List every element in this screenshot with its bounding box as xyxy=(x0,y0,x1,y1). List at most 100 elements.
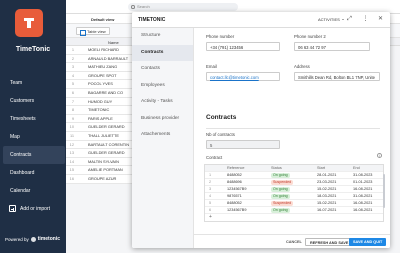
sidebar-nav: Team Customers Timesheets Map Contracts … xyxy=(3,74,65,200)
contract-reference: 1234567B9 xyxy=(227,187,247,191)
powered-by: Powered by timetonic xyxy=(5,236,60,242)
status-badge: On going xyxy=(271,194,290,199)
row-number: 8 xyxy=(71,107,74,113)
status-badge: On going xyxy=(271,208,290,213)
plus-icon xyxy=(9,205,16,212)
timetonic-logo[interactable] xyxy=(15,9,43,37)
add-or-import-button[interactable]: Add or import xyxy=(9,205,50,212)
contract-row[interactable]: 1 8488052 On going 28-01-2021 31-08-2023 xyxy=(205,172,383,179)
add-or-import-label: Add or import xyxy=(20,205,51,212)
sidebar-item-customers[interactable]: Customers xyxy=(3,92,65,110)
add-contract-row-button[interactable]: + xyxy=(205,214,383,221)
activities-dropdown[interactable]: ACTIVITIES xyxy=(316,16,346,23)
cancel-button[interactable]: CANCEL xyxy=(282,238,306,246)
save-and-quit-button[interactable]: SAVE AND QUIT xyxy=(349,238,387,246)
sidebar-item-map[interactable]: Map xyxy=(3,128,65,146)
row-number: 5 xyxy=(71,81,74,87)
modal-nav-contracts[interactable]: Contracts xyxy=(132,44,193,61)
app-brand-name: TimeTonic xyxy=(15,46,51,53)
address-label: Address xyxy=(294,64,310,69)
expand-icon[interactable]: ⤢ xyxy=(346,16,353,23)
contract-start-date: 16-07-2021 xyxy=(317,208,337,212)
name-column-header[interactable]: Name xyxy=(108,40,119,45)
contract-reference: 1234567B9 xyxy=(227,208,247,212)
row-name: POCOL YVES xyxy=(88,81,113,87)
search-placeholder: Search xyxy=(137,4,150,9)
row-number: 15 xyxy=(69,167,74,173)
row-name: TIMETONIC xyxy=(88,107,110,113)
row-number: 6 xyxy=(71,89,74,95)
sidebar-item-calendar[interactable]: Calendar xyxy=(3,182,65,200)
modal-footer: CANCEL REFRESH AND SAVE SAVE AND QUIT xyxy=(194,234,390,248)
row-name: HUMOD GUY xyxy=(88,98,113,104)
row-name: ARNAULD BARRAULT xyxy=(88,55,129,61)
contract-end-date: 31-08-2021 xyxy=(353,194,373,198)
row-name: THALL JULIETTE xyxy=(88,132,119,138)
email-field[interactable]: contact.llc@timetonic.com xyxy=(206,72,280,81)
status-badge: On going xyxy=(271,173,290,178)
contracts-table-header: Reference Status Start End xyxy=(205,165,383,172)
row-number: 3 xyxy=(71,64,74,70)
row-number: 11 xyxy=(69,132,74,138)
modal-scrollbar[interactable] xyxy=(383,174,385,208)
status-header[interactable]: Status xyxy=(271,165,282,172)
timetonic-small-logo-icon xyxy=(30,236,36,242)
sidebar-item-contracts[interactable]: Contracts xyxy=(3,146,65,164)
sidebar-item-team[interactable]: Team xyxy=(3,74,65,92)
contract-row[interactable]: 6 1234567B9 On going 16-07-2021 16-08-2021 xyxy=(205,207,383,214)
contract-row[interactable]: 5 8488052 Suspended 15-02-2021 16-08-2021 xyxy=(205,200,383,207)
contract-row[interactable]: 4 9876571 On going 18-03-2021 31-08-2021 xyxy=(205,193,383,200)
row-number: 13 xyxy=(69,150,74,156)
contract-row[interactable]: 3 1234567B9 On going 15-02-2021 16-08-2021 xyxy=(205,186,383,193)
start-header[interactable]: Start xyxy=(317,165,325,172)
modal-nav-attachements[interactable]: Attachements xyxy=(132,127,193,144)
contract-end-date: 16-08-2021 xyxy=(353,187,373,191)
row-number: 2 xyxy=(71,55,74,61)
phone-number-2-field[interactable]: 06 63 44 72 97 xyxy=(294,42,370,51)
contract-reference: 9876571 xyxy=(227,194,242,198)
row-name: BAGARRE AND CO xyxy=(88,89,124,95)
more-options-icon[interactable]: ⋮ xyxy=(362,16,369,23)
search-input[interactable]: Search xyxy=(128,3,238,11)
modal-nav-activity-tasks[interactable]: Activity - Tasks xyxy=(132,94,193,111)
modal-nav-employees[interactable]: Employees xyxy=(132,78,193,95)
modal-nav-contacts[interactable]: Contacts xyxy=(132,61,193,78)
sidebar-item-timesheets[interactable]: Timesheets xyxy=(3,110,65,128)
row-number: 10 xyxy=(69,124,74,130)
contract-start-date: 28-01-2021 xyxy=(317,173,337,177)
logo-icon xyxy=(24,18,34,28)
row-name: GUELDER GERARD xyxy=(88,150,125,156)
sidebar-item-dashboard[interactable]: Dashboard xyxy=(3,164,65,182)
row-number: 16 xyxy=(69,175,74,181)
record-modal: TIMETONIC ACTIVITIES ⤢ ⋮ ✕ Structure Cont… xyxy=(132,12,390,248)
info-icon[interactable]: i xyxy=(377,153,382,158)
row-number: 7 xyxy=(71,98,74,104)
phone-number-field[interactable]: +34 (791) 123456 xyxy=(206,42,280,51)
modal-sidebar-nav: Structure Contracts Contacts Employees Activ… xyxy=(132,28,194,248)
default-view-tab[interactable]: Default view xyxy=(88,16,117,23)
contract-label: Contract xyxy=(206,155,223,160)
email-label: Email xyxy=(206,64,217,69)
modal-form: Phone number +34 (791) 123456 Phone numb… xyxy=(194,28,390,228)
reference-header[interactable]: Reference xyxy=(227,165,245,172)
status-badge: Suspended xyxy=(271,201,294,206)
contract-reference: 8488696 xyxy=(227,180,242,184)
refresh-and-save-button[interactable]: REFRESH AND SAVE xyxy=(305,238,354,246)
modal-nav-business-provider[interactable]: Business provider xyxy=(132,111,193,128)
row-name: GROUPE AZUR xyxy=(88,175,117,181)
table-view-button[interactable]: Table view xyxy=(76,27,110,36)
row-name: MOELI RICHARD xyxy=(88,47,119,52)
nb-contracts-field: 5 xyxy=(206,140,280,149)
row-number: 12 xyxy=(69,141,74,147)
contract-row[interactable]: 2 8488696 Suspended 23-03-2021 01-01-2023 xyxy=(205,179,383,186)
close-icon[interactable]: ✕ xyxy=(377,16,384,23)
modal-nav-structure[interactable]: Structure xyxy=(132,28,193,45)
phone-number-2-label: Phone number 2 xyxy=(294,34,326,39)
row-name: BARTAULT CORENTIN xyxy=(88,141,129,147)
row-name: MALTIN SYLVAIN xyxy=(88,158,119,164)
row-number: 14 xyxy=(69,158,74,164)
row-index: 4 xyxy=(209,194,212,198)
end-header[interactable]: End xyxy=(353,165,360,172)
address-field[interactable]: Smithills Dean Rd, Bolton BL1 7NP, Unite xyxy=(294,72,380,81)
row-name: MATHIEU ZANG xyxy=(88,64,118,70)
